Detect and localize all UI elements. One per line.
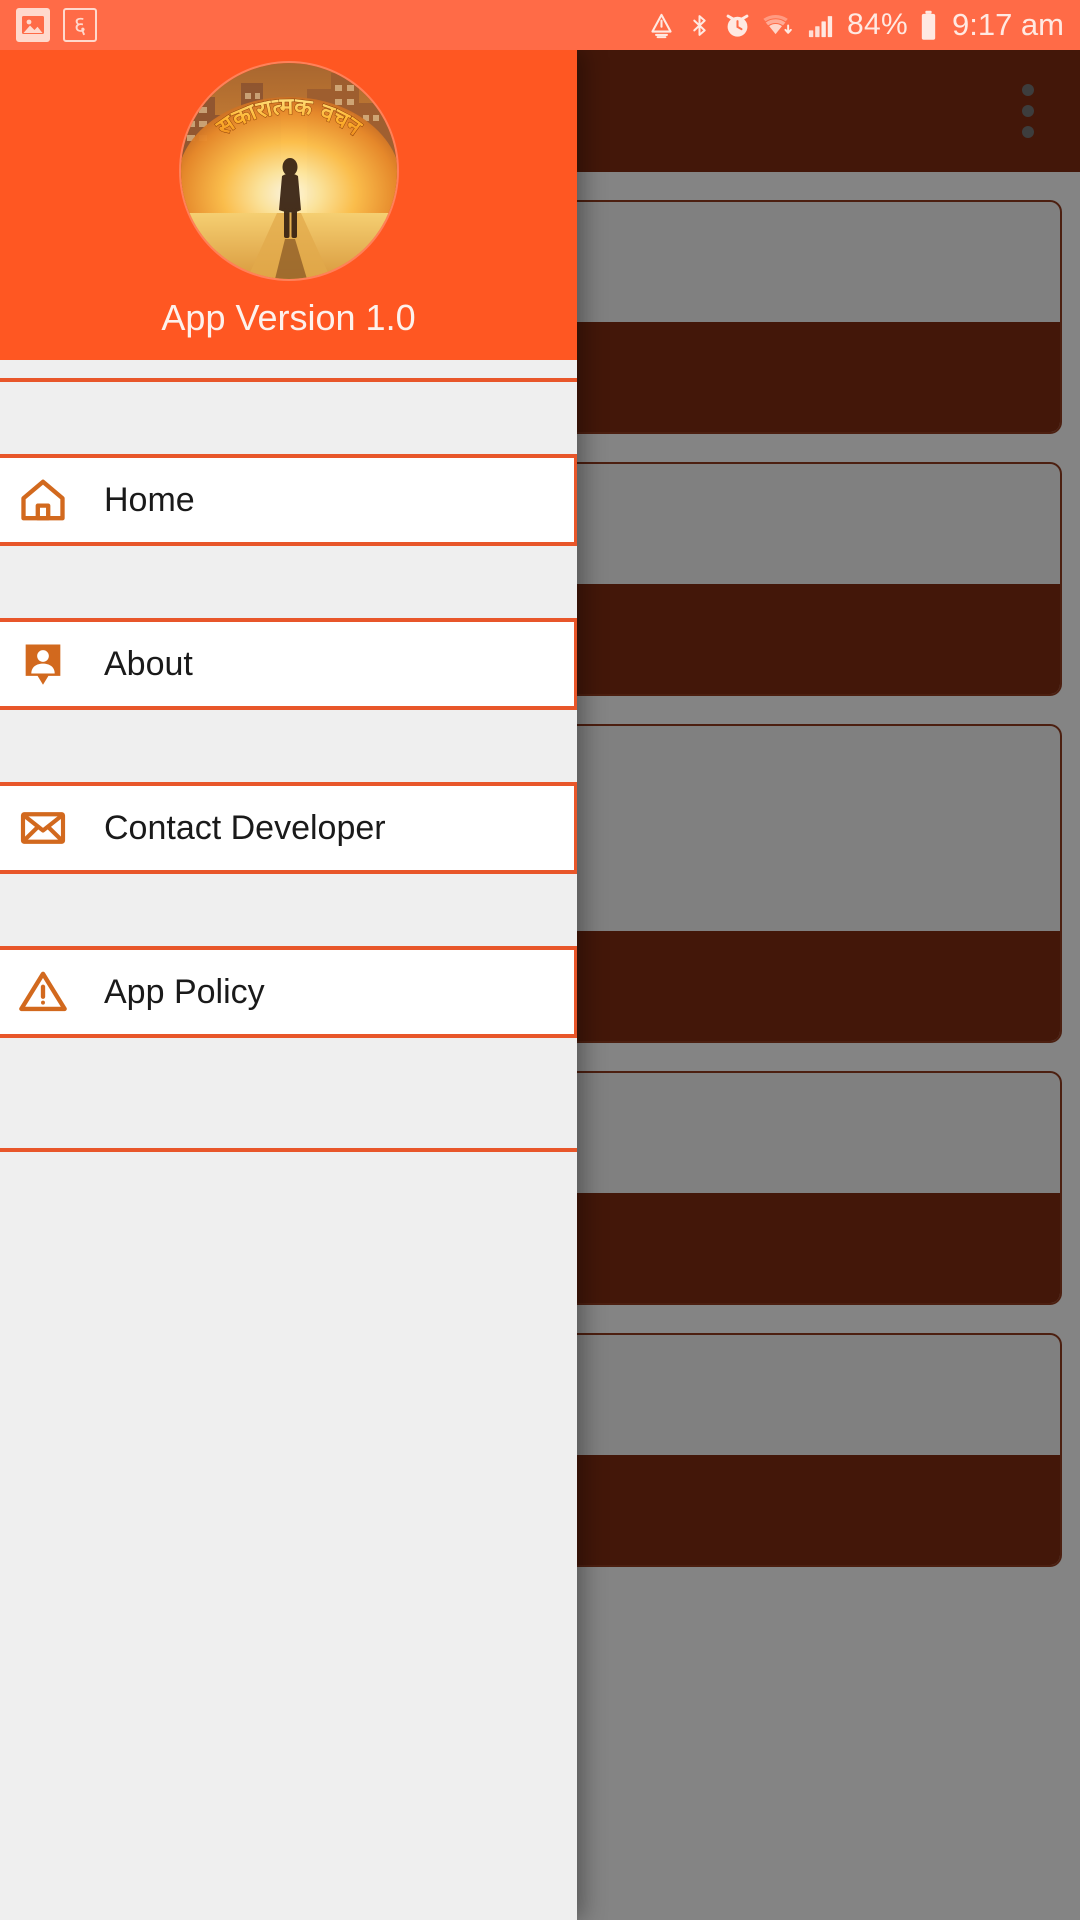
drawer-item-app-policy[interactable]: App Policy (0, 946, 577, 1038)
phone-screen: tatus नि विज्ञानको क्षेत्रमा VIEW VIEW (0, 0, 1080, 1920)
spacer (0, 1038, 577, 1148)
warning-triangle-icon (12, 961, 74, 1023)
clock-label: 9:17 am (951, 7, 1064, 42)
dot (1022, 126, 1034, 138)
dot (1022, 105, 1034, 117)
wifi-icon (763, 11, 795, 40)
alarm-icon (723, 11, 752, 40)
status-bar-right: 84% 9:17 am (647, 7, 1064, 43)
status-bar: ६ 84% 9:17 am (0, 0, 1080, 50)
drawer-item-label: Home (104, 480, 195, 519)
spacer (0, 382, 577, 454)
spacer (0, 360, 577, 378)
drawer-item-label: Contact Developer (104, 808, 386, 847)
drawer-item-label: App Policy (104, 972, 265, 1011)
app-version-label: App Version 1.0 (161, 297, 416, 338)
bluetooth-icon (687, 11, 712, 40)
drawer-item-contact-developer[interactable]: Contact Developer (0, 782, 577, 874)
photo-icon (16, 8, 50, 42)
devanagari-six-icon: ६ (63, 8, 97, 42)
battery-percent-label: 84% (847, 8, 908, 41)
spacer (0, 874, 577, 946)
drawer-item-about[interactable]: About (0, 618, 577, 710)
spacer (0, 546, 577, 618)
home-icon (12, 469, 74, 531)
signal-icon (806, 11, 836, 40)
drawer-item-label: About (104, 644, 193, 683)
drawer-header: सकारात्मक वचन App Version 1.0 (0, 50, 577, 360)
drawer-empty-area (0, 1152, 577, 1752)
status-bar-left: ६ (16, 8, 97, 42)
app-logo: सकारात्मक वचन (180, 63, 397, 279)
battery-icon (919, 10, 938, 41)
person-badge-icon (12, 633, 74, 695)
spacer (0, 710, 577, 782)
overflow-menu-icon[interactable] (1006, 76, 1050, 146)
drawer-menu: Home About Contact Developer App Policy (0, 360, 577, 1920)
data-saver-icon (647, 11, 676, 40)
dot (1022, 84, 1034, 96)
navigation-drawer: सकारात्मक वचन App Version 1.0 Home About… (0, 50, 577, 1920)
envelope-icon (12, 797, 74, 859)
drawer-item-home[interactable]: Home (0, 454, 577, 546)
